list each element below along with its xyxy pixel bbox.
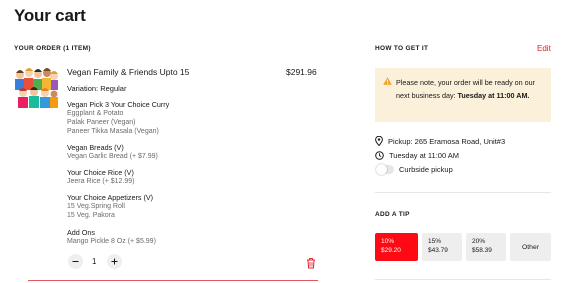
tip-option-20[interactable]: 20% $58.39 (466, 233, 506, 261)
item-name: Vegan Family & Friends Upto 15 (67, 67, 190, 77)
divider (28, 280, 318, 281)
remove-item-button[interactable] (306, 256, 316, 269)
option-title: Your Choice Appetizers (V) (67, 193, 154, 202)
option-group-rice: Your Choice Rice (V) Jeera Rice (+ $12.9… (67, 168, 135, 186)
add-tip-heading: ADD A TIP (375, 211, 410, 218)
option-value: Eggplant & Potato (67, 110, 124, 117)
decrease-quantity-button[interactable] (68, 254, 83, 269)
option-title: Vegan Pick 3 Your Choice Curry (67, 100, 170, 109)
tip-option-15[interactable]: 15% $43.79 (422, 233, 462, 261)
option-value: 15 Veg.Spring Roll (67, 203, 125, 210)
pickup-address: Pickup: 265 Eramosa Road, Unit#3 (388, 136, 506, 146)
option-value: Mango Pickle 8 Oz (+ $5.99) (67, 238, 156, 245)
toggle-knob (376, 164, 387, 175)
clock-icon (375, 151, 384, 160)
order-heading: YOUR ORDER (1 ITEM) (14, 45, 91, 52)
option-value: 15 Veg. Pakora (67, 212, 115, 219)
tip-amount: $29.20 (381, 247, 401, 254)
edit-link[interactable]: Edit (537, 44, 551, 53)
item-image (14, 66, 58, 108)
warning-icon (383, 77, 392, 85)
option-group-breads: Vegan Breads (V) Vegan Garlic Bread (+ $… (67, 143, 158, 161)
option-value: Jeera Rice (+ $12.99) (67, 178, 135, 185)
tip-percent: 10% (381, 238, 395, 245)
ready-notice: Please note, your order will be ready on… (375, 68, 551, 122)
plus-icon (111, 258, 118, 265)
option-title: Vegan Breads (V) (67, 143, 124, 152)
option-title: Your Choice Rice (V) (67, 168, 134, 177)
option-value: Palak Paneer (Vegan) (67, 119, 136, 126)
item-price: $291.96 (286, 67, 317, 77)
option-group-addons: Add Ons Mango Pickle 8 Oz (+ $5.99) (67, 228, 156, 246)
how-to-get-it-heading: HOW TO GET IT (375, 45, 429, 52)
pickup-address-row: Pickup: 265 Eramosa Road, Unit#3 (375, 136, 505, 146)
option-title: Add Ons (67, 228, 95, 237)
option-group-appetizers: Your Choice Appetizers (V) 15 Veg.Spring… (67, 193, 153, 220)
divider (375, 279, 551, 280)
curbside-pickup-label: Curbside pickup (399, 165, 453, 174)
trash-icon (307, 258, 315, 269)
minus-icon (72, 261, 79, 262)
page-title: Your cart (14, 6, 86, 25)
notice-text: Please note, your order will be ready on… (396, 76, 546, 102)
tip-percent: 15% (428, 238, 442, 245)
item-variation: Variation: Regular (67, 84, 127, 93)
tip-option-10[interactable]: 10% $29.20 (375, 233, 418, 261)
quantity-value: 1 (92, 257, 97, 266)
divider (375, 192, 551, 193)
tip-amount: $43.79 (428, 247, 448, 254)
pickup-time: Tuesday at 11:00 AM (389, 151, 460, 160)
location-pin-icon (375, 136, 383, 146)
option-value: Vegan Garlic Bread (+ $7.99) (67, 153, 158, 160)
notice-ready-time: Tuesday at 11:00 AM. (457, 91, 530, 100)
pickup-time-row: Tuesday at 11:00 AM (375, 151, 459, 160)
tip-other-label: Other (522, 243, 539, 251)
curbside-pickup-toggle[interactable] (376, 164, 394, 175)
increase-quantity-button[interactable] (107, 254, 122, 269)
tip-percent: 20% (472, 238, 486, 245)
tip-amount: $58.39 (472, 247, 492, 254)
option-value: Paneer Tikka Masala (Vegan) (67, 128, 159, 135)
tip-option-other[interactable]: Other (510, 233, 551, 261)
option-group-curry: Vegan Pick 3 Your Choice Curry Eggplant … (67, 100, 169, 136)
